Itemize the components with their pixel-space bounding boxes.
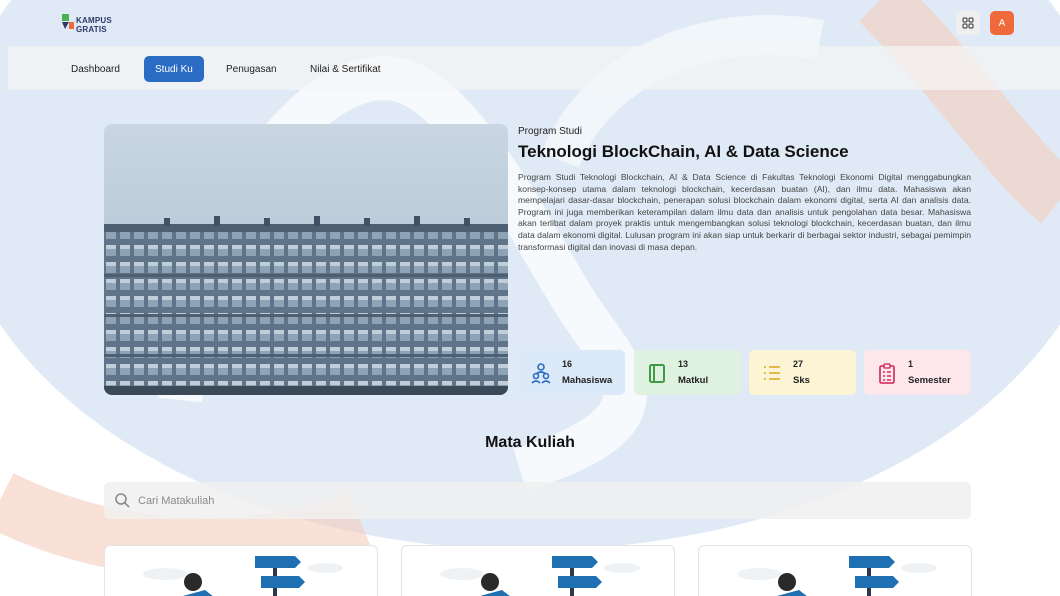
stat-value: 1 [908,359,914,369]
stat-value: 16 [562,359,573,369]
course-search-input[interactable] [138,490,938,511]
kampus-gratis-logo[interactable]: KAMPUS GRATIS [60,10,120,38]
nav-item-studi-ku[interactable]: Studi Ku [144,56,204,82]
program-cover-image [104,124,508,395]
program-label: Program Studi [518,126,582,137]
signpost-illustration [737,556,937,596]
main-nav: Dashboard Studi Ku Penugasan Nilai & Ser… [8,46,1060,90]
clipboard-icon [879,363,895,384]
nav-item-penugasan[interactable]: Penugasan [215,56,288,82]
logo-mark-icon [62,14,74,29]
course-card[interactable] [698,545,972,596]
list-icon [764,366,780,380]
apps-menu-button[interactable] [956,11,980,35]
logo-text-line2: GRATIS [76,25,107,34]
stat-card-semester: 1 Semester [864,350,971,395]
search-icon [115,493,130,508]
stat-label: Matkul [678,375,709,386]
top-header: KAMPUS GRATIS A [0,0,1060,46]
stat-card-mahasiswa: 16 Mahasiswa [518,350,625,395]
stat-label: Mahasiswa [562,375,613,386]
stat-value: 13 [678,359,689,369]
course-card[interactable] [104,545,378,596]
signpost-illustration [143,556,343,596]
book-icon [649,364,665,383]
stat-card-matkul: 13 Matkul [634,350,741,395]
signpost-illustration [440,556,640,596]
grid-icon [962,17,974,29]
students-icon [531,363,551,384]
stat-value: 27 [793,359,804,369]
program-title: Teknologi BlockChain, AI & Data Science [518,142,849,161]
nav-item-dashboard[interactable]: Dashboard [60,56,131,82]
logo-text-line1: KAMPUS [76,16,112,25]
user-avatar-button[interactable]: A [990,11,1014,35]
stat-card-sks: 27 Sks [749,350,856,395]
course-card[interactable] [401,545,675,596]
stat-label: Sks [793,375,810,386]
program-description: Program Studi Teknologi Blockchain, AI &… [518,172,971,252]
building-photo [104,124,508,395]
stat-label: Semester [908,375,951,386]
nav-item-nilai-sertifikat[interactable]: Nilai & Sertifikat [299,56,392,82]
courses-section-title: Mata Kuliah [485,434,575,451]
course-search-box [104,482,971,519]
